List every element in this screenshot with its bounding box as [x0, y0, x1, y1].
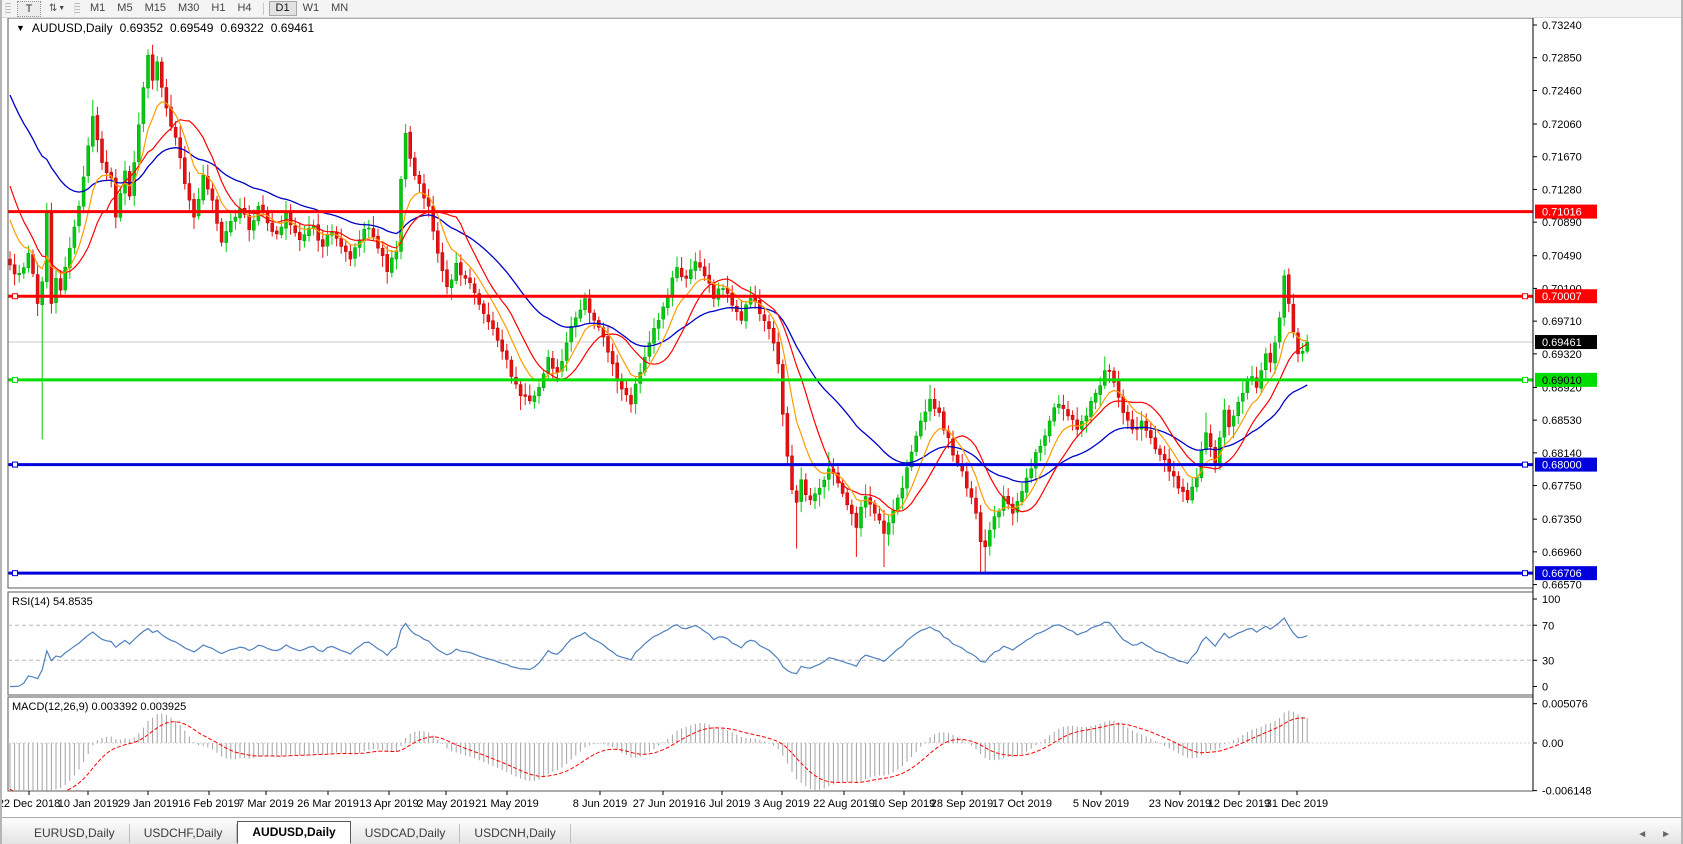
- svg-text:10 Jan 2019: 10 Jan 2019: [58, 798, 119, 810]
- symbol-label: AUDUSD,Daily: [32, 21, 113, 35]
- timeframe-m15[interactable]: M15: [139, 1, 172, 16]
- svg-text:0.69461: 0.69461: [1542, 337, 1582, 349]
- tab-usdcnh-daily[interactable]: USDCNH,Daily: [460, 824, 570, 843]
- svg-text:0.71280: 0.71280: [1542, 184, 1582, 196]
- svg-text:0.67350: 0.67350: [1542, 514, 1582, 526]
- svg-text:3 Aug 2019: 3 Aug 2019: [754, 798, 810, 810]
- svg-text:70: 70: [1542, 620, 1554, 632]
- svg-text:7 Mar 2019: 7 Mar 2019: [238, 798, 294, 810]
- svg-text:0.68530: 0.68530: [1542, 415, 1582, 427]
- svg-text:0.69320: 0.69320: [1542, 349, 1582, 361]
- svg-text:100: 100: [1542, 594, 1560, 606]
- timeframe-m30[interactable]: M30: [172, 1, 205, 16]
- tab-scroll-buttons: ◄ ►: [1637, 829, 1671, 840]
- toolbar-grip[interactable]: [74, 3, 80, 15]
- indicator-cycle-button[interactable]: ⇅ ▼: [45, 1, 69, 17]
- svg-text:27 Jun 2019: 27 Jun 2019: [633, 798, 694, 810]
- rsi-label: RSI(14) 54.8535: [12, 596, 93, 608]
- svg-text:2 May 2019: 2 May 2019: [417, 798, 474, 810]
- svg-text:5 Nov 2019: 5 Nov 2019: [1073, 798, 1129, 810]
- close-value: 0.69461: [271, 21, 314, 35]
- tab-usdchf-daily[interactable]: USDCHF,Daily: [130, 824, 238, 843]
- chart-title: ▼ AUDUSD,Daily 0.69352 0.69549 0.69322 0…: [16, 21, 314, 35]
- svg-text:0.67750: 0.67750: [1542, 481, 1582, 493]
- svg-text:12 Dec 2019: 12 Dec 2019: [1208, 798, 1270, 810]
- date-axis[interactable]: 22 Dec 201810 Jan 201929 Jan 201916 Feb …: [2, 791, 1328, 810]
- indicator-cycle-icon: ⇅: [49, 3, 57, 14]
- svg-text:0.70490: 0.70490: [1542, 251, 1582, 263]
- timeframe-m1[interactable]: M1: [84, 1, 111, 16]
- svg-text:0.72850: 0.72850: [1542, 53, 1582, 65]
- tab-scroll-left-icon[interactable]: ◄: [1637, 829, 1647, 840]
- svg-text:0.71016: 0.71016: [1542, 207, 1582, 219]
- toolbar-separator: [263, 3, 264, 15]
- tab-usdcad-daily[interactable]: USDCAD,Daily: [351, 824, 461, 843]
- toolbar-grip[interactable]: [5, 3, 11, 15]
- high-value: 0.69549: [170, 21, 213, 35]
- timeframe-h1[interactable]: H1: [205, 1, 231, 16]
- svg-text:0.66960: 0.66960: [1542, 547, 1582, 559]
- svg-text:26 Mar 2019: 26 Mar 2019: [297, 798, 359, 810]
- svg-text:28 Sep 2019: 28 Sep 2019: [931, 798, 993, 810]
- tab-audusd-daily[interactable]: AUDUSD,Daily: [237, 821, 350, 844]
- svg-text:0.72060: 0.72060: [1542, 119, 1582, 131]
- timeframe-m5[interactable]: M5: [111, 1, 138, 16]
- timeframe-h4[interactable]: H4: [231, 1, 257, 16]
- svg-text:0.69010: 0.69010: [1542, 375, 1582, 387]
- svg-text:13 Apr 2019: 13 Apr 2019: [359, 798, 418, 810]
- timeframe-d1[interactable]: D1: [269, 1, 297, 16]
- symbol-tab-bar: EURUSD,Daily USDCHF,Daily AUDUSD,Daily U…: [2, 817, 1681, 844]
- svg-text:22 Aug 2019: 22 Aug 2019: [813, 798, 875, 810]
- svg-text:16 Feb 2019: 16 Feb 2019: [178, 798, 240, 810]
- svg-text:0: 0: [1542, 682, 1548, 694]
- trading-terminal-window: { "toolbar": { "text_tool": "T", "dropdo…: [0, 0, 1683, 844]
- svg-text:0.71670: 0.71670: [1542, 152, 1582, 164]
- svg-text:0.73240: 0.73240: [1542, 20, 1582, 32]
- timeframe-mn[interactable]: MN: [325, 1, 354, 16]
- svg-text:23 Nov 2019: 23 Nov 2019: [1149, 798, 1211, 810]
- svg-text:0.66706: 0.66706: [1542, 568, 1582, 580]
- price-axis[interactable]: 0.73240 0.72850 0.72460 0.72060 0.71670 0.712…: [1533, 20, 1597, 592]
- tab-eurusd-daily[interactable]: EURUSD,Daily: [20, 824, 130, 843]
- svg-text:8 Jun 2019: 8 Jun 2019: [573, 798, 627, 810]
- chevron-down-icon: ▼: [58, 5, 65, 12]
- svg-text:0.005076: 0.005076: [1542, 699, 1588, 711]
- svg-text:0.72460: 0.72460: [1542, 85, 1582, 97]
- timeframe-w1[interactable]: W1: [297, 1, 326, 16]
- svg-text:17 Oct 2019: 17 Oct 2019: [992, 798, 1052, 810]
- svg-text:21 May 2019: 21 May 2019: [475, 798, 539, 810]
- svg-text:0.00: 0.00: [1542, 738, 1563, 750]
- svg-text:10 Sep 2019: 10 Sep 2019: [873, 798, 935, 810]
- svg-text:31 Dec 2019: 31 Dec 2019: [1266, 798, 1328, 810]
- svg-text:22 Dec 2018: 22 Dec 2018: [2, 798, 60, 810]
- svg-text:-0.006148: -0.006148: [1542, 786, 1592, 798]
- svg-text:0.66570: 0.66570: [1542, 580, 1582, 592]
- svg-text:29 Jan 2019: 29 Jan 2019: [118, 798, 179, 810]
- svg-text:0.70007: 0.70007: [1542, 291, 1582, 303]
- svg-text:0.69710: 0.69710: [1542, 316, 1582, 328]
- svg-text:30: 30: [1542, 655, 1554, 667]
- macd-label: MACD(12,26,9) 0.003392 0.003925: [12, 701, 186, 713]
- low-value: 0.69322: [220, 21, 263, 35]
- svg-text:0.70890: 0.70890: [1542, 217, 1582, 229]
- text-tool-button[interactable]: T: [17, 1, 41, 17]
- tab-scroll-right-icon[interactable]: ►: [1661, 829, 1671, 840]
- svg-text:0.68000: 0.68000: [1542, 460, 1582, 472]
- collapse-triangle-icon[interactable]: ▼: [16, 23, 25, 33]
- open-value: 0.69352: [120, 21, 163, 35]
- svg-text:16 Jul 2019: 16 Jul 2019: [694, 798, 751, 810]
- top-toolbar: T ⇅ ▼ M1 M5 M15 M30 H1 H4 D1 W1 MN: [2, 0, 1681, 18]
- price-chart-canvas[interactable]: 0.73240 0.72850 0.72460 0.72060 0.71670 0.712…: [2, 0, 1683, 820]
